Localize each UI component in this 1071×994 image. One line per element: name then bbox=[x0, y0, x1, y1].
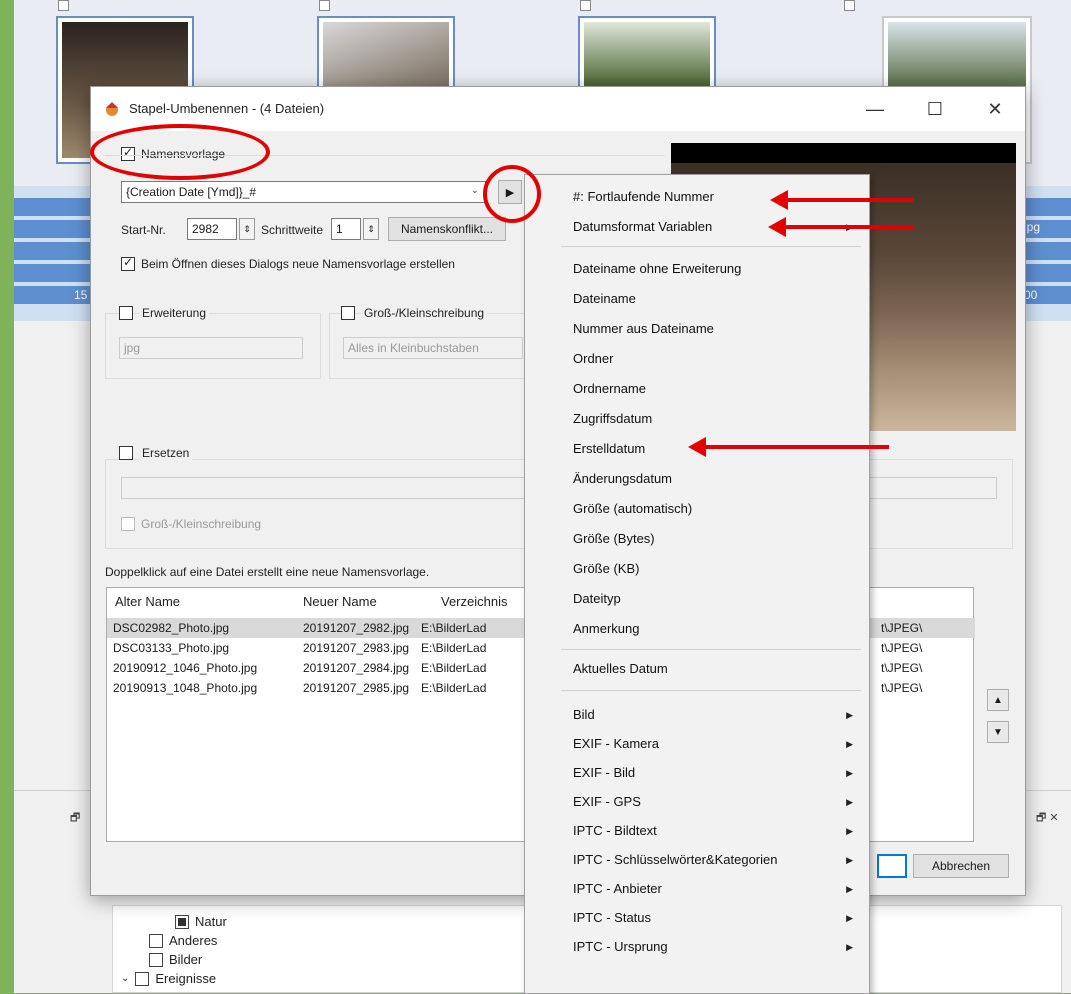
name-template-combobox[interactable]: {Creation Date [Ymd]}_# ⌄ bbox=[121, 181, 486, 203]
row-snippet: 00 bbox=[1024, 288, 1038, 302]
minimize-button[interactable]: — bbox=[855, 95, 895, 123]
dialog-title: Stapel-Umbenennen - (4 Dateien) bbox=[129, 101, 325, 116]
extension-checkbox[interactable] bbox=[119, 306, 133, 320]
cancel-button[interactable]: Abbrechen bbox=[913, 854, 1009, 878]
tree-item-natur[interactable]: Natur bbox=[175, 914, 227, 929]
submenu-arrow-icon: ▶ bbox=[846, 710, 853, 720]
maximize-button[interactable]: ☐ bbox=[915, 95, 955, 123]
row-snippet: 15 bbox=[74, 288, 88, 302]
pin-icon[interactable]: 🗗 bbox=[70, 809, 80, 828]
menu-item-number-from-filename[interactable]: Nummer aus Dateiname bbox=[573, 321, 714, 336]
checkbox-icon[interactable] bbox=[149, 952, 163, 967]
menu-item-sequential-number[interactable]: #: Fortlaufende Nummer bbox=[573, 189, 714, 204]
tree-item-ereignisse[interactable]: ⌄ Ereignisse bbox=[121, 971, 216, 986]
checkbox-icon[interactable] bbox=[175, 914, 189, 929]
menu-separator bbox=[561, 649, 861, 650]
new-template-checkbox[interactable] bbox=[121, 255, 135, 271]
step-input[interactable]: 1 bbox=[331, 218, 361, 240]
hint-text: Doppelklick auf eine Datei erstellt eine… bbox=[105, 565, 430, 579]
menu-item-iptc-status[interactable]: IPTC - Status bbox=[573, 910, 651, 925]
chevron-down-icon: ⌄ bbox=[470, 185, 479, 196]
annotation-arrow bbox=[768, 217, 913, 237]
menu-item-current-date[interactable]: Aktuelles Datum bbox=[573, 661, 668, 676]
menu-item-folder[interactable]: Ordner bbox=[573, 351, 613, 366]
menu-item-filename[interactable]: Dateiname bbox=[573, 291, 636, 306]
annotation-arrow bbox=[770, 190, 913, 210]
menu-item-exif-image[interactable]: EXIF - Bild bbox=[573, 765, 635, 780]
column-header[interactable]: Neuer Name bbox=[303, 594, 377, 609]
ok-button[interactable] bbox=[877, 854, 907, 878]
thumbnail-checkbox[interactable] bbox=[580, 0, 591, 11]
submenu-arrow-icon: ▶ bbox=[846, 768, 853, 778]
column-header[interactable]: Verzeichnis bbox=[441, 594, 507, 609]
extension-input[interactable]: jpg bbox=[119, 337, 303, 359]
close-button[interactable]: ✕ bbox=[975, 95, 1015, 123]
new-template-label: Beim Öffnen dieses Dialogs neue Namensvo… bbox=[141, 257, 455, 271]
menu-item-exif-camera[interactable]: EXIF - Kamera bbox=[573, 736, 659, 751]
menu-item-size-auto[interactable]: Größe (automatisch) bbox=[573, 501, 692, 516]
highlight-ellipse bbox=[90, 124, 270, 180]
submenu-arrow-icon: ▶ bbox=[846, 913, 853, 923]
start-number-stepper[interactable]: ⇕ bbox=[239, 218, 255, 240]
menu-item-exif-gps[interactable]: EXIF - GPS bbox=[573, 794, 641, 809]
float-icon[interactable]: 🗗 ✕ bbox=[1036, 809, 1059, 828]
submenu-arrow-icon: ▶ bbox=[846, 797, 853, 807]
case-checkbox[interactable] bbox=[341, 306, 355, 320]
menu-item-filename-no-ext[interactable]: Dateiname ohne Erweiterung bbox=[573, 261, 741, 276]
menu-item-date-format-variables[interactable]: Datumsformat Variablen bbox=[573, 219, 712, 234]
menu-item-creation-date[interactable]: Erstelldatum bbox=[573, 441, 645, 456]
submenu-arrow-icon: ▶ bbox=[846, 884, 853, 894]
menu-item-modified-date[interactable]: Änderungsdatum bbox=[573, 471, 672, 486]
menu-item-iptc-origin[interactable]: IPTC - Ursprung bbox=[573, 939, 668, 954]
menu-item-access-date[interactable]: Zugriffsdatum bbox=[573, 411, 652, 426]
chevron-down-icon[interactable]: ⌄ bbox=[121, 973, 129, 984]
menu-item-comment[interactable]: Anmerkung bbox=[573, 621, 639, 636]
annotation-arrow bbox=[688, 437, 889, 457]
replace-case-label: Groß-/Kleinschreibung bbox=[141, 517, 262, 531]
extension-label: Erweiterung bbox=[139, 306, 210, 320]
start-number-label: Start-Nr. bbox=[121, 223, 166, 237]
replace-checkbox[interactable] bbox=[119, 446, 133, 460]
name-conflict-button[interactable]: Namenskonflikt... bbox=[388, 217, 506, 241]
triangle-up-icon: ▲ bbox=[993, 694, 1003, 706]
move-down-button[interactable]: ▼ bbox=[987, 721, 1009, 743]
thumbnail-checkbox[interactable] bbox=[58, 0, 69, 11]
replace-case-checkbox[interactable] bbox=[121, 517, 135, 531]
checkbox-icon[interactable] bbox=[135, 971, 150, 986]
submenu-arrow-icon: ▶ bbox=[846, 739, 853, 749]
row-snippet: jpg bbox=[1024, 220, 1041, 234]
tree-item-bilder[interactable]: Bilder bbox=[149, 952, 202, 967]
thumbnail-checkbox[interactable] bbox=[844, 0, 855, 11]
case-select[interactable]: Alles in Kleinbuchstaben bbox=[343, 337, 523, 359]
menu-item-file-type[interactable]: Dateityp bbox=[573, 591, 621, 606]
submenu-arrow-icon: ▶ bbox=[846, 942, 853, 952]
triangle-down-icon: ▼ bbox=[993, 726, 1003, 738]
step-label: Schrittweite bbox=[261, 223, 324, 237]
step-stepper[interactable]: ⇕ bbox=[363, 218, 379, 240]
menu-item-iptc-provider[interactable]: IPTC - Anbieter bbox=[573, 881, 662, 896]
title-bar: Stapel-Umbenennen - (4 Dateien) — ☐ ✕ bbox=[91, 87, 1025, 131]
menu-item-size-kb[interactable]: Größe (KB) bbox=[573, 561, 639, 576]
start-number-input[interactable]: 2982 bbox=[187, 218, 237, 240]
column-header[interactable]: Alter Name bbox=[115, 594, 180, 609]
menu-item-iptc-caption[interactable]: IPTC - Bildtext bbox=[573, 823, 657, 838]
menu-item-iptc-keywords[interactable]: IPTC - Schlüsselwörter&Kategorien bbox=[573, 852, 777, 867]
submenu-arrow-icon: ▶ bbox=[846, 826, 853, 836]
submenu-arrow-icon: ▶ bbox=[846, 855, 853, 865]
thumbnail-checkbox[interactable] bbox=[319, 0, 330, 11]
variable-context-menu: #: Fortlaufende Nummer Datumsformat Vari… bbox=[524, 174, 870, 994]
case-label: Groß-/Kleinschreibung bbox=[361, 306, 488, 320]
menu-item-image[interactable]: Bild bbox=[573, 707, 595, 722]
menu-item-size-bytes[interactable]: Größe (Bytes) bbox=[573, 531, 655, 546]
menu-separator bbox=[561, 246, 861, 247]
checkbox-icon[interactable] bbox=[149, 933, 163, 948]
move-up-button[interactable]: ▲ bbox=[987, 689, 1009, 711]
app-icon bbox=[106, 102, 118, 116]
menu-item-folder-name[interactable]: Ordnername bbox=[573, 381, 646, 396]
menu-separator bbox=[561, 690, 861, 691]
highlight-ellipse bbox=[483, 165, 541, 223]
replace-label: Ersetzen bbox=[139, 446, 193, 460]
tree-item-anderes[interactable]: Anderes bbox=[149, 933, 217, 948]
